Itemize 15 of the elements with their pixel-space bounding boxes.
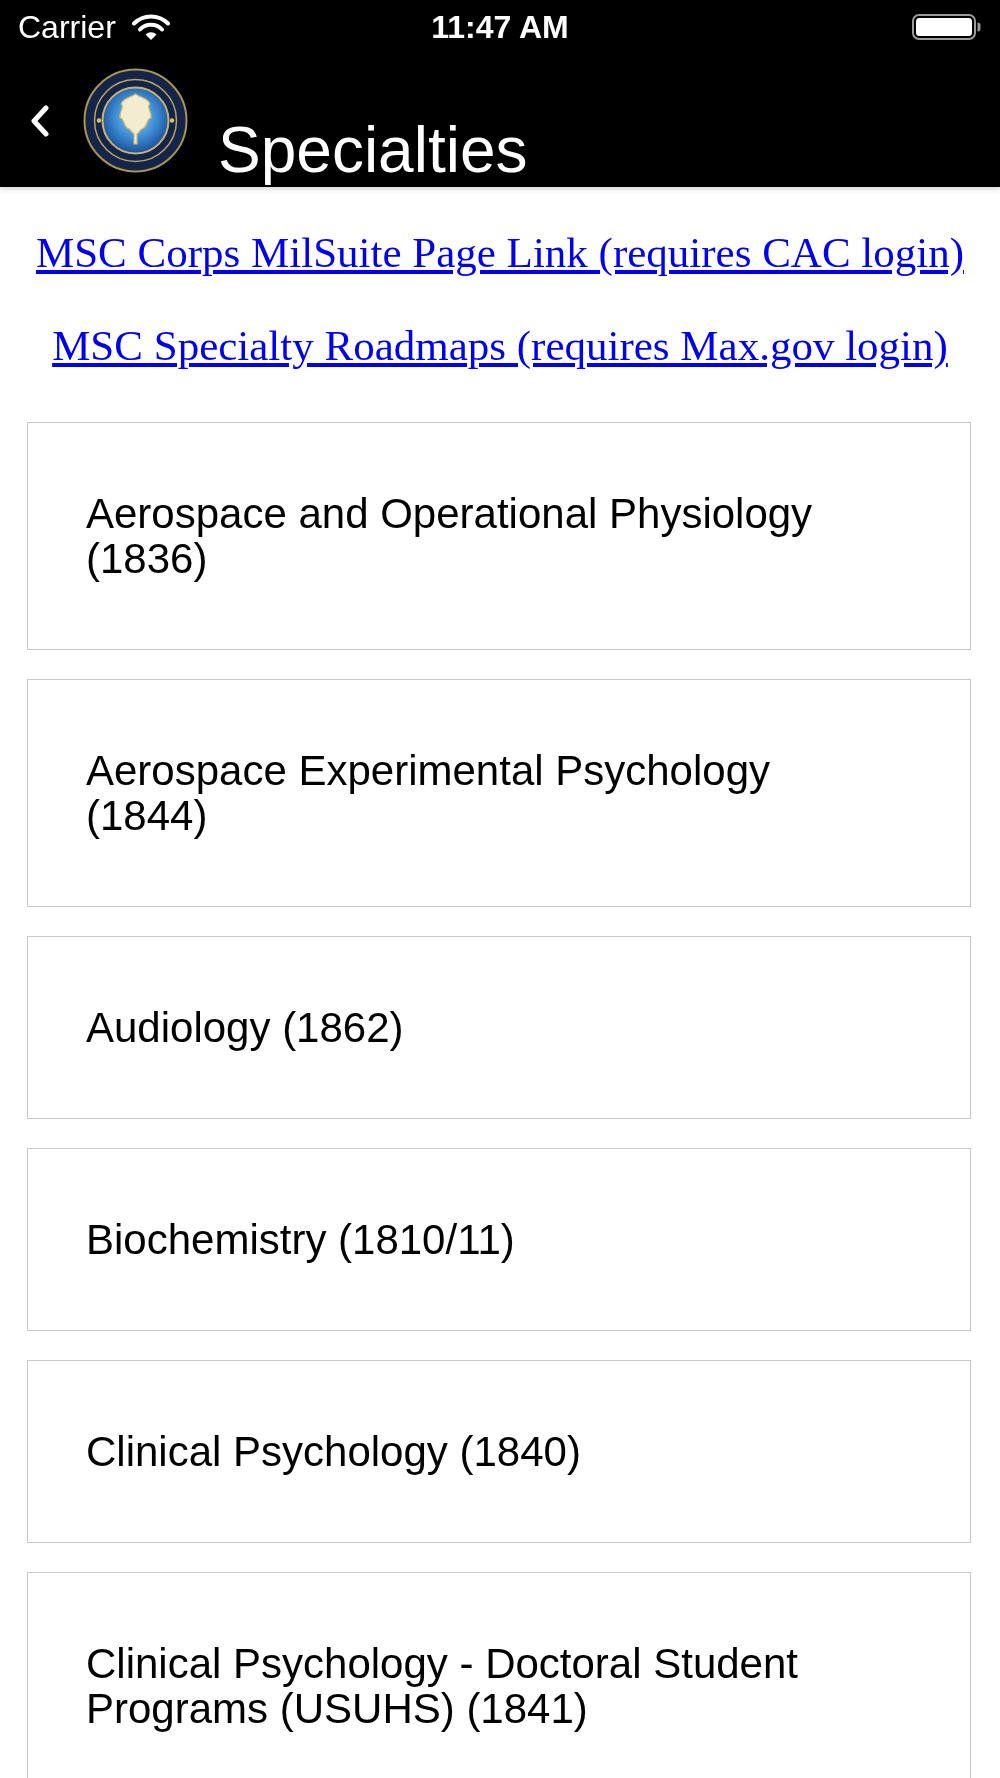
specialty-item[interactable]: Biochemistry (1810/11) [27, 1148, 971, 1331]
wifi-icon [131, 13, 170, 41]
back-button[interactable] [29, 104, 51, 137]
specialty-item[interactable]: Clinical Psychology - Doctoral Student Programs (USUHS) (1841) [27, 1572, 971, 1778]
web-link[interactable]: MSC Corps MilSuite Page Link (requires CAC login) [35, 228, 965, 278]
specialty-item[interactable]: Audiology (1862) [27, 936, 971, 1119]
battery-icon [912, 14, 982, 40]
chevron-left-icon [29, 104, 51, 137]
specialty-item[interactable]: Clinical Psychology (1840) [27, 1360, 971, 1543]
specialty-item[interactable]: Aerospace Experimental Psychology (1844) [27, 679, 971, 907]
status-time: 11:47 AM [431, 11, 569, 43]
carrier-label: Carrier [18, 11, 116, 43]
web-link[interactable]: MSC Specialty Roadmaps (requires Max.gov login) [52, 321, 948, 371]
specialty-item[interactable]: Aerospace and Operational Physiology (1836) [27, 422, 971, 650]
leaf-seal-icon [83, 68, 188, 173]
